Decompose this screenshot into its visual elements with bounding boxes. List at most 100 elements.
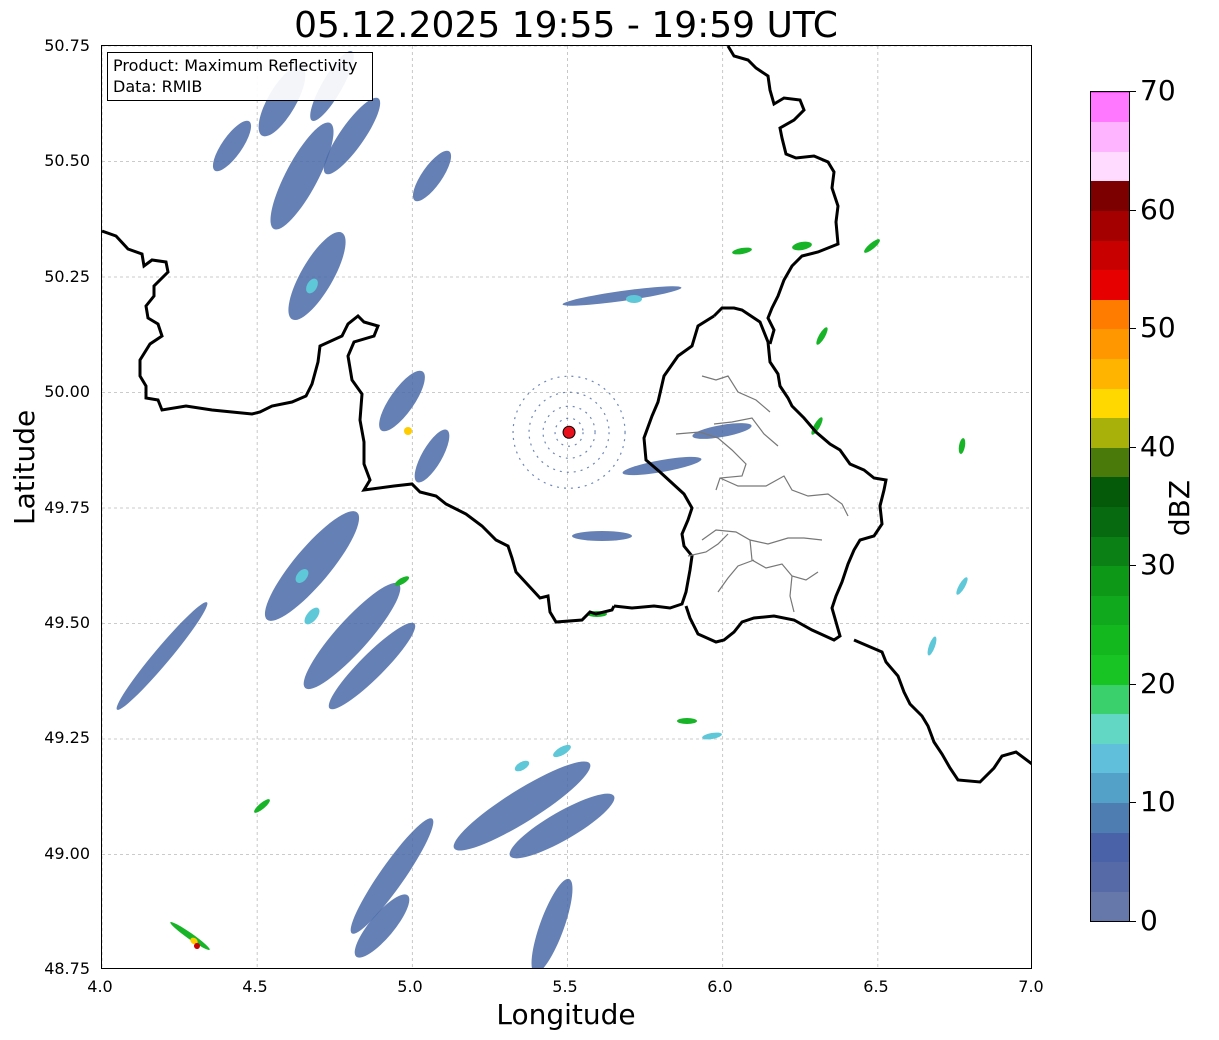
border-de-fr <box>853 638 1031 784</box>
colorbar-segment <box>1091 92 1129 93</box>
colorbar-segment <box>1091 861 1129 892</box>
colorbar-segment <box>1091 536 1129 567</box>
colorbar-tick <box>1130 446 1136 448</box>
radar-echo-weak <box>288 231 346 321</box>
data-source-label: Data: RMIB <box>113 77 203 96</box>
radar-echo-weak <box>412 150 452 202</box>
radar-map-canvas <box>102 46 1031 968</box>
colorbar-tick <box>1130 209 1136 211</box>
colorbar-segment <box>1091 269 1129 300</box>
x-tick-label: 6.5 <box>863 977 889 996</box>
x-tick-label: 5.0 <box>397 977 423 996</box>
radar-echo-moderate <box>394 576 410 586</box>
colorbar-segment <box>1091 151 1129 182</box>
radar-echo-moderate <box>677 718 697 724</box>
y-tick-label: 48.75 <box>44 959 90 978</box>
border-be-fr-west <box>102 229 616 624</box>
luxembourg-internal-borders <box>675 375 849 613</box>
colorbar-segment <box>1091 476 1129 507</box>
radar-echo-moderate <box>254 799 270 813</box>
y-tick-label: 49.25 <box>44 728 90 747</box>
radar-echo-weak <box>270 122 334 230</box>
colorbar-label: dBZ <box>1163 479 1196 537</box>
radar-echo-weak <box>116 602 208 710</box>
colorbar-segment <box>1091 92 1129 123</box>
colorbar-segment <box>1091 121 1129 152</box>
map-title: 05.12.2025 19:55 - 19:59 UTC <box>294 5 838 46</box>
x-tick-label: 4.5 <box>242 977 268 996</box>
colorbar <box>1090 91 1130 922</box>
radar-echo-weak <box>562 286 682 306</box>
x-tick-label: 4.0 <box>87 977 113 996</box>
colorbar-segment <box>1091 240 1129 271</box>
y-tick-label: 50.25 <box>44 267 90 286</box>
product-label: Product: Maximum Reflectivity <box>113 56 358 75</box>
radar-echo-moderate <box>864 239 880 253</box>
x-tick-label: 6.0 <box>707 977 733 996</box>
colorbar-segment <box>1091 772 1129 804</box>
colorbar-tick-label: 20 <box>1140 666 1176 700</box>
colorbar-tick <box>1130 565 1136 567</box>
colorbar-segment <box>1091 624 1129 656</box>
colorbar-tick <box>1130 328 1136 330</box>
x-tick-label: 7.0 <box>1018 977 1044 996</box>
x-axis-label: Longitude <box>496 998 636 1031</box>
y-axis-label: Latitude <box>8 409 41 525</box>
colorbar-segment <box>1091 210 1129 241</box>
radar-echo-moderate <box>816 327 828 345</box>
country-borders <box>102 46 1031 784</box>
colorbar-tick-label: 60 <box>1140 192 1176 226</box>
colorbar-segment <box>1091 299 1129 330</box>
radar-echo-weak <box>531 878 573 968</box>
radar-echo-strong <box>404 427 412 435</box>
border-be-de <box>726 46 840 345</box>
y-tick-label: 49.00 <box>44 844 90 863</box>
colorbar-segment <box>1091 447 1129 478</box>
radar-echo-weak <box>572 531 632 541</box>
colorbar-segment <box>1091 654 1129 685</box>
radar-site-marker <box>562 425 576 439</box>
y-tick-label: 49.50 <box>44 613 90 632</box>
colorbar-segment <box>1091 832 1129 863</box>
colorbar-tick <box>1130 921 1136 922</box>
radar-site-group <box>562 425 576 439</box>
colorbar-tick-label: 30 <box>1140 548 1176 582</box>
colorbar-tick-label: 70 <box>1140 74 1176 107</box>
colorbar-segment <box>1091 713 1129 744</box>
colorbar-tick-label: 50 <box>1140 311 1176 345</box>
colorbar-segment <box>1091 180 1129 211</box>
radar-echo-weak <box>414 429 450 483</box>
radar-echo-light <box>514 760 530 772</box>
radar-map-plot[interactable] <box>101 45 1032 969</box>
radar-echo-light <box>553 744 571 758</box>
colorbar-segment <box>1091 891 1129 922</box>
radar-echo-moderate <box>958 438 966 454</box>
colorbar-tick-label: 40 <box>1140 429 1176 463</box>
border-be-lu <box>684 306 888 644</box>
colorbar-tick <box>1130 802 1136 804</box>
radar-echo-moderate <box>792 241 812 251</box>
colorbar-tick <box>1130 683 1136 685</box>
colorbar-segment <box>1091 565 1129 596</box>
colorbar-segment <box>1091 802 1129 833</box>
colorbar-segment <box>1091 595 1129 626</box>
colorbar-tick-label: 0 <box>1140 904 1158 937</box>
radar-echo-weak <box>379 370 425 432</box>
y-tick-label: 50.75 <box>44 36 90 55</box>
colorbar-segment <box>1091 506 1129 537</box>
radar-echo-moderate <box>732 247 752 255</box>
colorbar-segment <box>1091 358 1129 389</box>
colorbar-tick <box>1130 91 1136 92</box>
y-tick-label: 50.50 <box>44 151 90 170</box>
colorbar-segment <box>1091 684 1129 715</box>
radar-echo-light <box>626 295 642 303</box>
radar-echo-light <box>927 636 937 656</box>
colorbar-tick-label: 10 <box>1140 785 1176 819</box>
colorbar-segment <box>1091 743 1129 774</box>
colorbar-segment <box>1091 328 1129 359</box>
product-info-box: Product: Maximum Reflectivity Data: RMIB <box>107 52 373 101</box>
radar-echo-moderate <box>170 922 210 950</box>
radar-echo-weak <box>212 120 252 172</box>
colorbar-segment <box>1091 388 1129 419</box>
radar-echo-light <box>956 577 968 595</box>
